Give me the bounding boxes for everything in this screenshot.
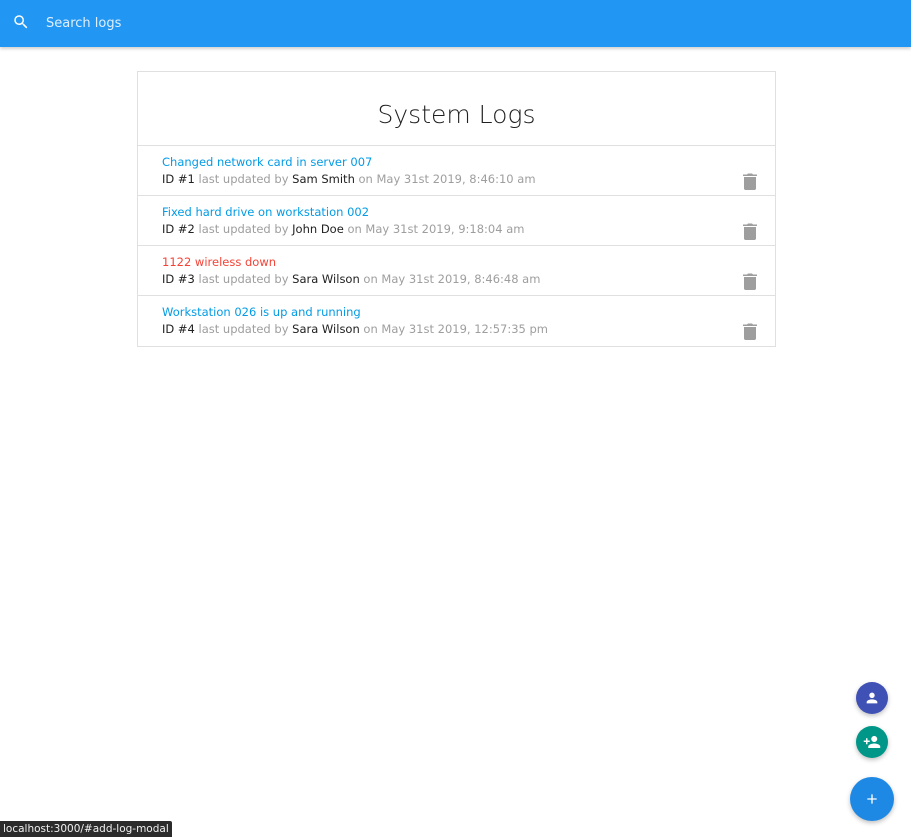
- last-updated-label: last updated by: [198, 172, 289, 186]
- log-tech: Sam Smith: [292, 172, 355, 186]
- log-date: on May 31st 2019, 12:57:35 pm: [363, 322, 549, 336]
- log-tech: John Doe: [292, 222, 344, 236]
- log-list: System Logs Changed network card in serv…: [137, 71, 776, 347]
- log-id: ID #3: [162, 272, 195, 286]
- log-tech: Sara Wilson: [292, 272, 360, 286]
- person-icon: [866, 692, 878, 704]
- log-item: Changed network card in server 007 ID #1 …: [138, 146, 775, 196]
- search-input[interactable]: [46, 8, 866, 38]
- last-updated-label: last updated by: [198, 272, 289, 286]
- delete-icon[interactable]: [743, 323, 757, 340]
- last-updated-label: last updated by: [198, 322, 289, 336]
- log-id: ID #2: [162, 222, 195, 236]
- add-tech-button[interactable]: [856, 726, 888, 758]
- delete-icon[interactable]: [743, 273, 757, 290]
- status-bar-url: localhost:3000/#add-log-modal: [0, 821, 172, 837]
- log-tech: Sara Wilson: [292, 322, 360, 336]
- log-meta: ID #1 last updated by Sam Smith on May 3…: [162, 172, 536, 186]
- add-log-button[interactable]: [850, 777, 894, 821]
- log-item: Workstation 026 is up and running ID #4 l…: [138, 296, 775, 346]
- log-id: ID #4: [162, 322, 195, 336]
- log-date: on May 31st 2019, 8:46:48 am: [363, 272, 541, 286]
- log-meta: ID #3 last updated by Sara Wilson on May…: [162, 272, 540, 286]
- log-meta: ID #2 last updated by John Doe on May 31…: [162, 222, 524, 236]
- search-icon[interactable]: [12, 13, 30, 31]
- log-id: ID #1: [162, 172, 195, 186]
- delete-icon[interactable]: [743, 173, 757, 190]
- delete-icon[interactable]: [743, 223, 757, 240]
- page-title: System Logs: [138, 72, 775, 146]
- plus-icon: [867, 794, 877, 804]
- top-nav-bar: [0, 0, 911, 47]
- last-updated-label: last updated by: [198, 222, 289, 236]
- person-add-icon: [863, 736, 881, 748]
- log-message-link[interactable]: Workstation 026 is up and running: [162, 305, 361, 319]
- log-date: on May 31st 2019, 8:46:10 am: [358, 172, 536, 186]
- log-item: 1122 wireless down ID #3 last updated by …: [138, 246, 775, 296]
- log-message-link[interactable]: Changed network card in server 007: [162, 155, 372, 169]
- log-date: on May 31st 2019, 9:18:04 am: [347, 222, 525, 236]
- log-message-link[interactable]: Fixed hard drive on workstation 002: [162, 205, 369, 219]
- log-message-link[interactable]: 1122 wireless down: [162, 255, 276, 269]
- log-meta: ID #4 last updated by Sara Wilson on May…: [162, 322, 548, 336]
- tech-list-button[interactable]: [856, 682, 888, 714]
- log-item: Fixed hard drive on workstation 002 ID #2…: [138, 196, 775, 246]
